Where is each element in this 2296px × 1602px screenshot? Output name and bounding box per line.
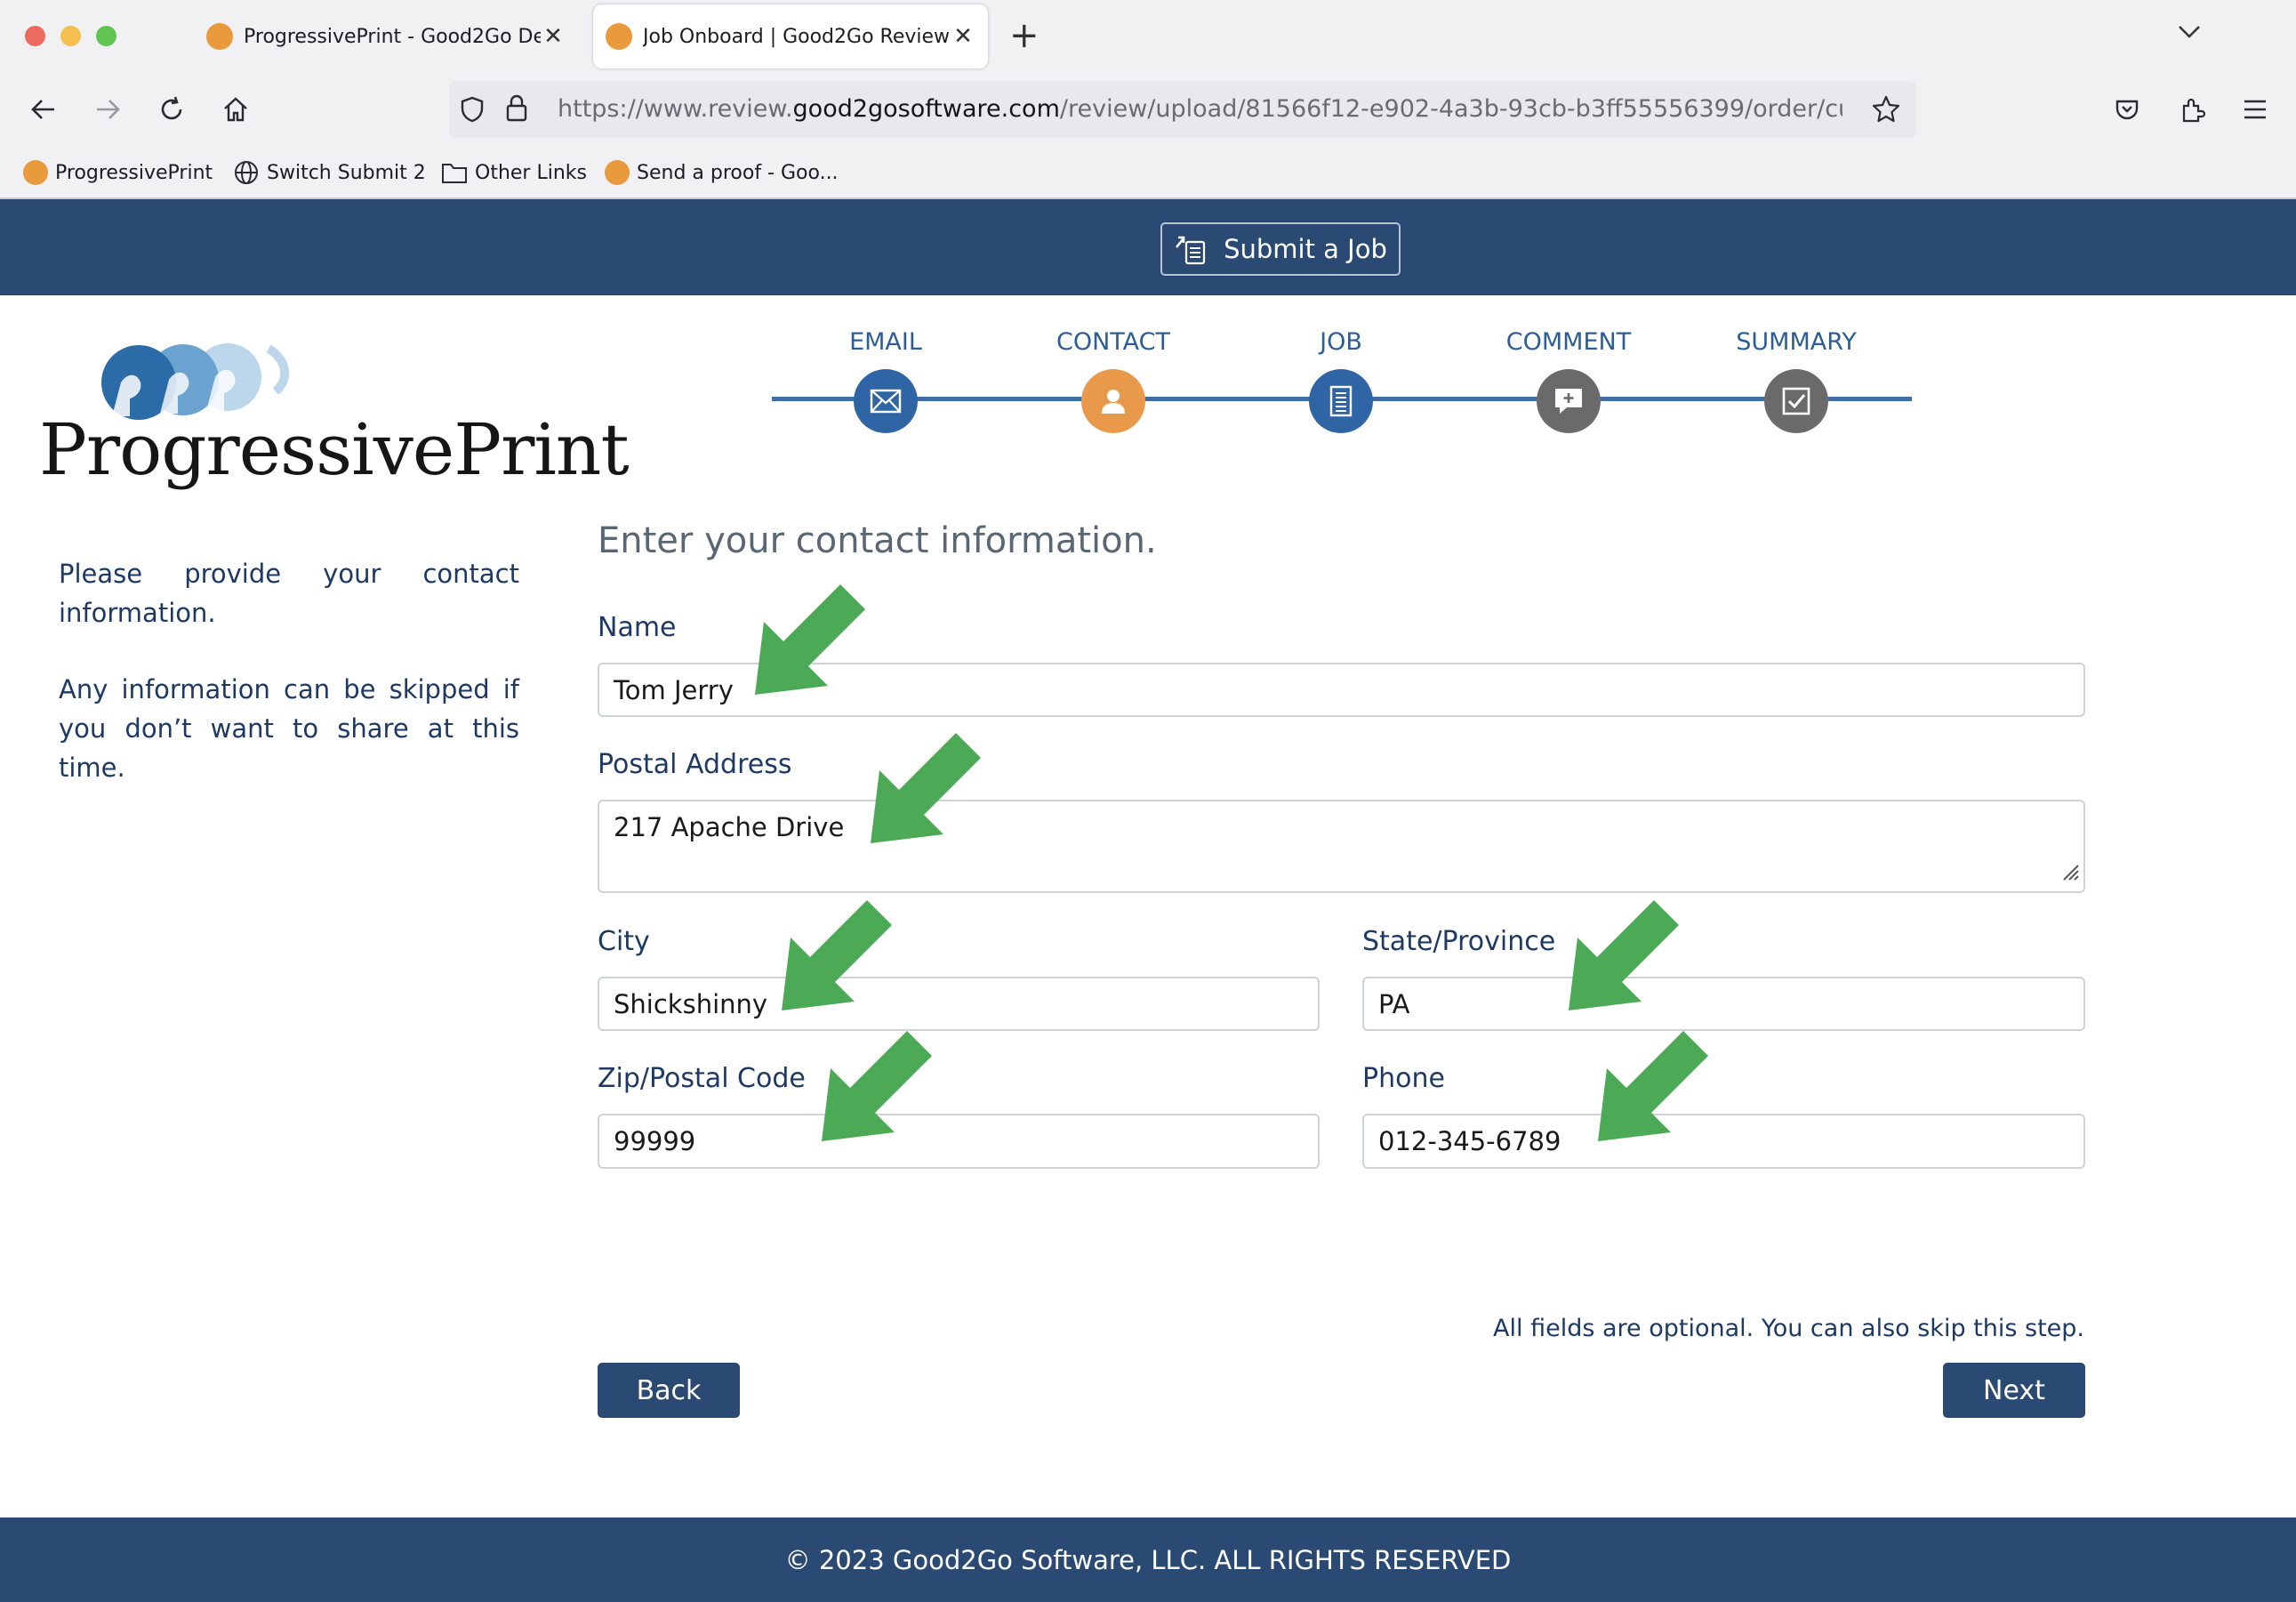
step-label: EMAIL xyxy=(849,328,922,356)
good2go-favicon xyxy=(605,160,630,185)
nav-bar: https://www.review.good2gosoftware.com/r… xyxy=(0,75,2296,148)
annotation-arrow-icon xyxy=(782,900,892,1010)
back-arrow-icon[interactable] xyxy=(21,87,66,132)
upload-document-icon xyxy=(1174,233,1209,265)
step-job[interactable]: JOB xyxy=(1261,325,1421,433)
city-field[interactable]: Shickshinny xyxy=(598,977,1320,1031)
good2go-favicon xyxy=(606,23,632,50)
page-footer: © 2023 Good2Go Software, LLC. ALL RIGHTS… xyxy=(0,1517,2296,1602)
annotation-arrow-icon xyxy=(1569,900,1679,1010)
checkbox-icon xyxy=(1764,369,1828,433)
bookmark-other-links[interactable]: Other Links xyxy=(441,158,587,187)
form-title: Enter your contact information. xyxy=(598,520,1157,561)
city-value: Shickshinny xyxy=(614,988,768,1019)
progressiveprint-logo: ProgressivePrint xyxy=(36,331,630,509)
logo-heads-graphic xyxy=(101,343,289,420)
person-icon xyxy=(1081,369,1145,433)
bookmark-switch-submit[interactable]: Switch Submit 2 xyxy=(233,158,426,187)
sidebar-instruction: Please provide your contact information. xyxy=(59,559,519,628)
reload-icon[interactable] xyxy=(149,87,194,132)
extensions-icon[interactable] xyxy=(2171,87,2215,132)
bookmark-star-icon[interactable] xyxy=(1870,93,1902,129)
tab-bar: ProgressivePrint - Good2Go Del ✕ Job Onb… xyxy=(0,0,2296,75)
step-label: SUMMARY xyxy=(1736,328,1857,356)
step-email[interactable]: EMAIL xyxy=(806,325,966,433)
app-header: Submit a Job xyxy=(0,199,2296,295)
minimize-window-button[interactable] xyxy=(60,26,81,46)
bookmark-send-proof[interactable]: Send a proof - Goo... xyxy=(605,158,839,187)
browser-chrome: ProgressivePrint - Good2Go Del ✕ Job Onb… xyxy=(0,0,2296,197)
back-button[interactable]: Back xyxy=(598,1363,740,1418)
annotation-arrow-icon xyxy=(1598,1031,1708,1141)
state-province-label: State/Province xyxy=(1362,926,1556,957)
menu-hamburger-icon[interactable] xyxy=(2233,87,2277,132)
url-text[interactable]: https://www.review.good2gosoftware.com/r… xyxy=(558,81,1842,138)
home-icon[interactable] xyxy=(213,87,258,132)
submit-job-button[interactable]: Submit a Job xyxy=(1160,222,1401,276)
resize-grip-icon[interactable] xyxy=(2059,857,2080,888)
name-label: Name xyxy=(598,612,677,643)
folder-icon xyxy=(441,161,468,184)
step-label: CONTACT xyxy=(1056,328,1171,356)
bookmark-label: Other Links xyxy=(475,161,587,184)
zip-code-field[interactable]: 99999 xyxy=(598,1114,1320,1169)
document-icon xyxy=(1309,369,1373,433)
phone-field[interactable]: 012-345-6789 xyxy=(1362,1114,2085,1169)
close-tab-icon[interactable]: ✕ xyxy=(541,23,566,50)
bookmark-label: Switch Submit 2 xyxy=(267,161,426,184)
annotation-arrow-icon xyxy=(871,733,981,843)
submit-job-label: Submit a Job xyxy=(1224,234,1387,264)
comment-icon xyxy=(1537,369,1601,433)
zip-code-label: Zip/Postal Code xyxy=(598,1063,806,1094)
state-province-field[interactable]: PA xyxy=(1362,977,2085,1031)
address-bar[interactable]: https://www.review.good2gosoftware.com/r… xyxy=(449,81,1916,138)
postal-address-label: Postal Address xyxy=(598,749,792,780)
lock-icon[interactable] xyxy=(504,93,529,127)
bookmark-label: Send a proof - Goo... xyxy=(637,161,839,184)
annotation-arrow-icon xyxy=(755,584,865,695)
globe-icon xyxy=(233,159,260,186)
close-tab-icon[interactable]: ✕ xyxy=(951,23,975,50)
step-label: COMMENT xyxy=(1505,328,1632,356)
phone-label: Phone xyxy=(1362,1063,1445,1094)
bookmarks-bar: ProgressivePrint Switch Submit 2 Other L… xyxy=(0,149,2296,196)
step-contact[interactable]: CONTACT xyxy=(1033,325,1193,433)
good2go-favicon xyxy=(206,23,233,50)
zoom-window-button[interactable] xyxy=(96,26,116,46)
next-button[interactable]: Next xyxy=(1943,1363,2085,1418)
phone-value: 012-345-6789 xyxy=(1378,1126,1561,1156)
bookmark-progressiveprint[interactable]: ProgressivePrint xyxy=(23,158,213,187)
step-summary[interactable]: SUMMARY xyxy=(1716,325,1876,433)
logo-wordmark: ProgressivePrint xyxy=(39,408,630,491)
state-province-value: PA xyxy=(1378,988,1410,1019)
step-comment[interactable]: COMMENT xyxy=(1489,325,1649,433)
city-label: City xyxy=(598,926,650,957)
tab-list-chevron-icon[interactable] xyxy=(2177,18,2202,47)
name-value: Tom Jerry xyxy=(614,674,734,705)
optional-fields-hint: All fields are optional. You can also sk… xyxy=(1493,1315,2084,1342)
envelope-icon xyxy=(854,369,918,433)
forward-arrow-icon[interactable] xyxy=(85,87,130,132)
bookmark-label: ProgressivePrint xyxy=(55,161,213,184)
tab-title: Job Onboard | Good2Go Review xyxy=(643,25,951,48)
tab-title: ProgressivePrint - Good2Go Del xyxy=(244,25,541,48)
tracking-shield-icon[interactable] xyxy=(458,95,486,127)
progress-stepper: EMAIL CONTACT JOB COMMENT SUMMARY xyxy=(772,325,1912,440)
zip-code-value: 99999 xyxy=(614,1126,696,1156)
copyright-text: © 2023 Good2Go Software, LLC. ALL RIGHTS… xyxy=(784,1544,1512,1575)
sidebar-skip-note: Any information can be skipped if you do… xyxy=(59,674,519,783)
postal-address-field[interactable]: 217 Apache Drive xyxy=(598,800,2085,893)
tab-job-onboard[interactable]: Job Onboard | Good2Go Review ✕ xyxy=(593,4,988,68)
good2go-favicon xyxy=(23,160,48,185)
annotation-arrow-icon xyxy=(822,1031,932,1141)
new-tab-icon[interactable]: + xyxy=(1009,18,1040,53)
step-label: JOB xyxy=(1320,328,1362,356)
close-window-button[interactable] xyxy=(25,26,45,46)
tab-progressiveprint[interactable]: ProgressivePrint - Good2Go Del ✕ xyxy=(194,4,578,68)
pocket-icon[interactable] xyxy=(2105,87,2149,132)
postal-address-value: 217 Apache Drive xyxy=(614,812,845,842)
